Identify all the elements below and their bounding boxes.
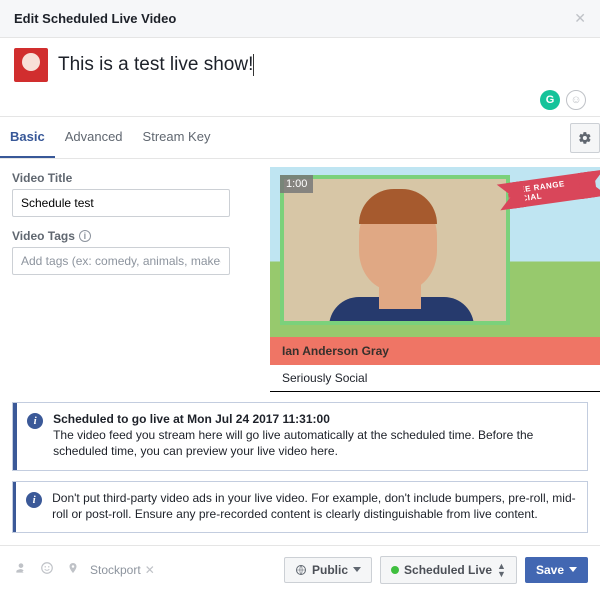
info-accent <box>13 482 16 532</box>
info-accent <box>13 403 17 470</box>
scheduled-live-label: Scheduled Live <box>404 563 492 577</box>
info-scheduled-body: The video feed you stream here will go l… <box>53 428 533 458</box>
info-scheduled-headline: Scheduled to go live at Mon Jul 24 2017 … <box>53 412 330 426</box>
location-chip[interactable]: Stockport ✕ <box>90 563 155 577</box>
video-title-input[interactable] <box>12 189 230 217</box>
location-text: Stockport <box>90 563 141 577</box>
info-scheduled: i Scheduled to go live at Mon Jul 24 201… <box>12 402 588 471</box>
text-caret <box>253 54 254 76</box>
audience-selector[interactable]: Public <box>284 557 372 583</box>
video-title-label: Video Title <box>12 171 232 185</box>
emoji-icon[interactable]: ☺ <box>566 90 586 110</box>
save-label: Save <box>536 563 564 577</box>
info-icon: i <box>26 492 42 508</box>
settings-button[interactable] <box>570 123 600 153</box>
lower-third-org: Seriously Social <box>270 365 600 391</box>
tab-stream-key[interactable]: Stream Key <box>133 117 221 158</box>
lower-third-name: Ian Anderson Gray <box>270 337 600 365</box>
webcam-frame <box>280 175 510 325</box>
info-icon: i <box>27 413 43 429</box>
tabs-bar: Basic Advanced Stream Key <box>0 117 600 159</box>
timer-badge: 1:00 <box>280 175 313 193</box>
help-icon[interactable]: i <box>79 230 91 242</box>
video-preview: 1:00 FREE RANGE SOCIAL Ian Anderson Gray… <box>270 167 600 392</box>
live-dot-icon <box>391 566 399 574</box>
tab-basic[interactable]: Basic <box>0 117 55 158</box>
remove-location-icon[interactable]: ✕ <box>145 563 155 577</box>
preview-background: 1:00 FREE RANGE SOCIAL <box>270 167 600 339</box>
content-row: Basic Advanced Stream Key Video Title Vi… <box>0 117 600 392</box>
tab-advanced[interactable]: Advanced <box>55 117 133 158</box>
status-input[interactable]: This is a test live show! <box>58 54 254 76</box>
avatar <box>14 48 48 82</box>
video-tags-label: Video Tags i <box>12 229 232 243</box>
dialog-title: Edit Scheduled Live Video <box>14 11 176 26</box>
edit-scheduled-live-dialog: Edit Scheduled Live Video ✕ This is a te… <box>0 0 600 594</box>
grammarly-icon[interactable]: G <box>540 90 560 110</box>
status-text: This is a test live show! <box>58 54 253 75</box>
globe-icon <box>295 564 307 576</box>
caret-down-icon <box>569 567 577 572</box>
dialog-header: Edit Scheduled Live Video ✕ <box>0 0 600 38</box>
tag-people-icon[interactable] <box>12 561 30 578</box>
scheduled-live-button[interactable]: Scheduled Live ▲▼ <box>380 556 517 584</box>
dialog-footer: Stockport ✕ Public Scheduled Live ▲▼ Sav… <box>0 545 600 594</box>
info-ads-policy: i Don't put third-party video ads in you… <box>12 481 588 533</box>
composer-row: This is a test live show! <box>0 38 600 90</box>
audience-label: Public <box>312 563 348 577</box>
video-tags-input[interactable] <box>12 247 230 275</box>
ribbon-banner: FREE RANGE SOCIAL <box>507 171 598 209</box>
preview-col: 1:00 FREE RANGE SOCIAL Ian Anderson Gray… <box>244 159 600 392</box>
close-icon[interactable]: ✕ <box>574 10 586 27</box>
gear-icon <box>578 131 592 145</box>
save-button[interactable]: Save <box>525 557 588 583</box>
caret-down-icon <box>353 567 361 572</box>
basic-panel: Video Title Video Tags i <box>0 159 244 392</box>
location-pin-icon[interactable] <box>64 561 82 578</box>
sort-icon: ▲▼ <box>497 562 506 578</box>
feeling-icon[interactable] <box>38 561 56 578</box>
